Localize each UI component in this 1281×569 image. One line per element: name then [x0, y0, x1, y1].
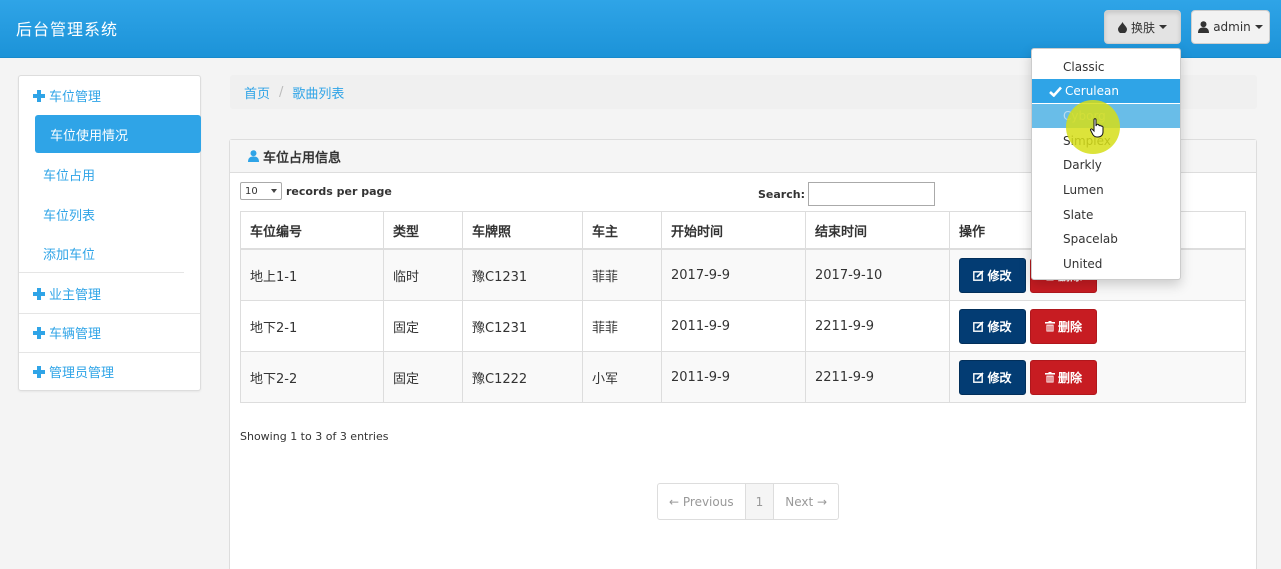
- column-header[interactable]: 结束时间: [805, 211, 950, 250]
- skin-option-darkly[interactable]: Darkly: [1032, 153, 1180, 177]
- edit-button[interactable]: 修改: [959, 308, 1026, 344]
- skin-option-united[interactable]: United: [1032, 252, 1180, 276]
- plus-icon: [33, 326, 45, 339]
- edit-button-label: 修改: [987, 370, 1012, 385]
- edit-icon: [973, 320, 985, 332]
- edit-icon: [973, 371, 985, 383]
- user-icon: [1198, 21, 1210, 33]
- skin-option-slate[interactable]: Slate: [1032, 203, 1180, 227]
- table-cell: 2011-9-9: [661, 300, 806, 352]
- plus-icon: [33, 89, 45, 102]
- edit-icon: [973, 269, 985, 281]
- table-cell: 2211-9-9: [805, 351, 950, 403]
- table-cell: 固定: [383, 351, 463, 403]
- page-length-suffix: records per page: [286, 184, 392, 198]
- page-length-select[interactable]: 10: [240, 182, 282, 200]
- sidebar-group-parking[interactable]: 车位管理: [19, 76, 200, 115]
- row-actions: 修改 删除: [949, 300, 1246, 352]
- delete-button[interactable]: 删除: [1030, 359, 1097, 395]
- column-header[interactable]: 类型: [383, 211, 463, 250]
- chevron-down-icon: [1159, 25, 1167, 29]
- sidebar-group-admins[interactable]: 管理员管理: [19, 352, 200, 391]
- table-cell: 小军: [582, 351, 662, 403]
- chevron-down-icon: [1254, 25, 1263, 29]
- column-header[interactable]: 开始时间: [661, 211, 806, 250]
- breadcrumb-home[interactable]: 首页: [244, 83, 270, 102]
- table-search: Search:: [758, 182, 935, 206]
- pagination-previous[interactable]: ← Previous: [658, 484, 745, 519]
- sidebar-group-label: 车位管理: [49, 90, 102, 105]
- user-icon: [248, 150, 259, 162]
- skin-option-classic[interactable]: Classic: [1032, 55, 1180, 79]
- pagination-page[interactable]: 1: [744, 484, 775, 519]
- table-row: 地下2-1 固定 豫C1231 菲菲 2011-9-9 2211-9-9 修改 …: [240, 300, 1246, 352]
- panel-title: 车位占用信息: [263, 150, 342, 166]
- sidebar-item-parking-usage[interactable]: 车位使用情况: [35, 115, 201, 153]
- table-cell: 菲菲: [582, 300, 662, 352]
- delete-button-label: 删除: [1057, 319, 1082, 334]
- skin-option-label: Cerulean: [1065, 84, 1119, 98]
- skin-option-spacelab[interactable]: Spacelab: [1032, 227, 1180, 251]
- trash-icon: [1044, 371, 1055, 383]
- table-cell: 菲菲: [582, 248, 662, 301]
- table-cell: 固定: [383, 300, 463, 352]
- page-length-value: 10: [245, 185, 258, 197]
- check-icon: [1049, 86, 1062, 97]
- edit-button[interactable]: 修改: [959, 359, 1026, 395]
- plus-icon: [33, 287, 45, 300]
- search-label: Search:: [758, 187, 805, 201]
- breadcrumb-separator: /: [279, 84, 284, 100]
- table-cell: 临时: [383, 248, 463, 301]
- tint-icon: [1117, 21, 1127, 33]
- user-menu-label: admin: [1213, 20, 1251, 34]
- sidebar-group-vehicles[interactable]: 车辆管理: [19, 313, 200, 353]
- search-input[interactable]: [807, 182, 935, 206]
- pagination-next[interactable]: Next →: [774, 484, 838, 519]
- user-menu-button[interactable]: admin: [1191, 10, 1270, 44]
- chevron-down-icon: [271, 189, 277, 193]
- table-cell: 豫C1222: [462, 351, 583, 403]
- delete-button-label: 删除: [1057, 370, 1082, 385]
- delete-button[interactable]: 删除: [1030, 308, 1097, 344]
- plus-icon: [33, 365, 45, 378]
- table-cell: 2017-9-9: [661, 248, 806, 301]
- skin-option-cerulean[interactable]: Cerulean: [1032, 79, 1180, 103]
- sidebar-group-owners[interactable]: 业主管理: [19, 274, 200, 314]
- skin-dropdown-menu: Classic Cerulean Cyborg Simplex Darkly L…: [1031, 48, 1181, 280]
- column-header[interactable]: 车牌照: [462, 211, 583, 250]
- app-title[interactable]: 后台管理系统: [16, 16, 118, 40]
- table-cell: 豫C1231: [462, 300, 583, 352]
- page-length-control: 10 records per page: [240, 182, 392, 200]
- table-row: 地下2-2 固定 豫C1222 小军 2011-9-9 2211-9-9 修改 …: [240, 351, 1246, 403]
- table-cell: 豫C1231: [462, 248, 583, 301]
- skin-button-label: 换肤: [1130, 20, 1155, 35]
- table-cell: 2011-9-9: [661, 351, 806, 403]
- sidebar-item-parking-occupy[interactable]: 车位占用: [35, 155, 200, 193]
- sidebar-item-add-parking[interactable]: 添加车位: [19, 235, 184, 273]
- table-cell: 地上1-1: [240, 248, 384, 301]
- sidebar-group-label: 管理员管理: [49, 366, 115, 381]
- sidebar-group-label: 车辆管理: [49, 327, 102, 342]
- table-cell: 2211-9-9: [805, 300, 950, 352]
- column-header[interactable]: 车主: [582, 211, 662, 250]
- table-info: Showing 1 to 3 of 3 entries: [240, 430, 389, 443]
- trash-icon: [1044, 320, 1055, 332]
- breadcrumb-current: 歌曲列表: [292, 86, 345, 102]
- sidebar-group-label: 业主管理: [49, 288, 102, 303]
- skin-button[interactable]: 换肤: [1104, 10, 1181, 44]
- hand-cursor-icon: [1090, 118, 1104, 138]
- table-cell: 地下2-2: [240, 351, 384, 403]
- edit-button-label: 修改: [987, 319, 1012, 334]
- table-cell: 地下2-1: [240, 300, 384, 352]
- sidebar-item-parking-list[interactable]: 车位列表: [35, 195, 200, 233]
- edit-button[interactable]: 修改: [959, 257, 1026, 293]
- row-actions: 修改 删除: [949, 351, 1246, 403]
- table-cell: 2017-9-10: [805, 248, 950, 301]
- sidebar: 车位管理 车位使用情况 车位占用 车位列表 添加车位 业主管理 车辆管理 管理员…: [18, 75, 201, 391]
- column-header[interactable]: 车位编号: [240, 211, 384, 250]
- pagination: ← Previous 1 Next →: [657, 483, 840, 520]
- edit-button-label: 修改: [987, 268, 1012, 283]
- skin-option-lumen[interactable]: Lumen: [1032, 178, 1180, 202]
